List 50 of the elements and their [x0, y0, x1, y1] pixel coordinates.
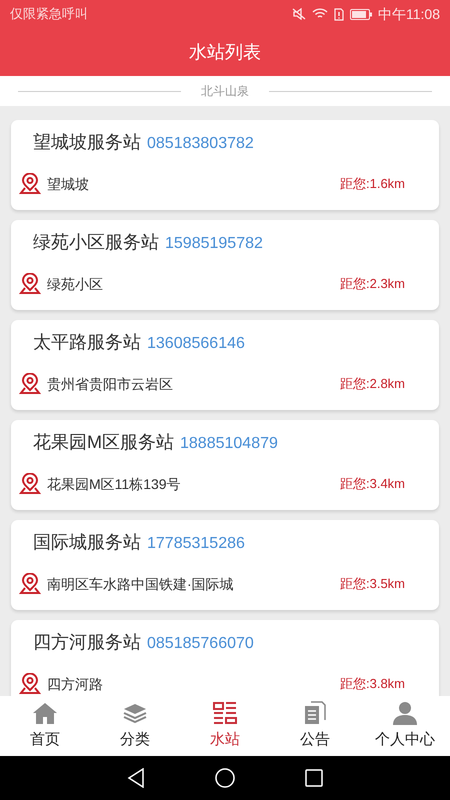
- distance-text: 距您:2.8km: [340, 375, 405, 394]
- location-pin-icon: [19, 473, 41, 495]
- documents-icon: [302, 700, 328, 725]
- station-name: 望城坡服务站: [33, 131, 141, 154]
- page-title: 水站列表: [189, 40, 261, 64]
- station-card[interactable]: 望城坡服务站 085183803782 望城坡 距您:1.6km: [11, 120, 439, 210]
- tab-bar-item[interactable]: 个人中心: [360, 696, 450, 756]
- station-address: 花果园M区11栋139号: [47, 474, 182, 494]
- location-pin-icon: [19, 373, 41, 395]
- station-name: 国际城服务站: [33, 531, 141, 554]
- station-name: 花果园M区服务站: [33, 431, 174, 454]
- station-address: 四方河路: [47, 674, 104, 694]
- recents-icon[interactable]: [305, 769, 323, 787]
- station-name: 四方河服务站: [33, 631, 141, 654]
- station-card[interactable]: 绿苑小区服务站 15985195782 绿苑小区 距您:2.3km: [11, 220, 439, 310]
- person-icon: [392, 700, 418, 725]
- station-address: 贵州省贵阳市云岩区: [47, 374, 174, 394]
- location-pin-icon: [19, 673, 41, 695]
- section-label: 北斗山泉: [201, 83, 249, 100]
- distance-text: 距您:3.5km: [340, 575, 405, 594]
- station-card[interactable]: 花果园M区服务站 18885104879 花果园M区11栋139号 距您:3.4km: [11, 420, 439, 510]
- home-button-icon[interactable]: [215, 768, 235, 788]
- home-icon: [32, 700, 58, 725]
- wifi-icon: [312, 8, 328, 20]
- location-pin-icon: [19, 173, 41, 195]
- tab-bar-item[interactable]: 首页: [0, 696, 90, 756]
- station-card[interactable]: 太平路服务站 13608566146 贵州省贵阳市云岩区 距您:2.8km: [11, 320, 439, 410]
- back-icon[interactable]: [127, 768, 145, 788]
- list-icon: [212, 700, 238, 725]
- carrier-text: 仅限紧急呼叫: [10, 5, 88, 24]
- station-address: 南明区车水路中国铁建·国际城: [47, 574, 235, 594]
- distance-text: 距您:2.3km: [340, 275, 405, 294]
- mute-icon: [292, 8, 306, 20]
- sim-icon: [334, 8, 344, 20]
- tab-bar-item[interactable]: 分类: [90, 696, 180, 756]
- station-name: 太平路服务站: [33, 331, 141, 354]
- battery-icon: [350, 8, 372, 20]
- location-pin-icon: [19, 273, 41, 295]
- distance-text: 距您:3.4km: [340, 475, 405, 494]
- distance-text: 距您:3.8km: [340, 675, 405, 694]
- tab-bar-item[interactable]: 水站: [180, 696, 270, 756]
- station-card[interactable]: 国际城服务站 17785315286 南明区车水路中国铁建·国际城 距您:3.5km: [11, 520, 439, 610]
- station-name: 绿苑小区服务站: [33, 231, 159, 254]
- station-address: 望城坡: [47, 174, 90, 194]
- tab-bar-item[interactable]: 公告: [270, 696, 360, 756]
- clock-text: 中午11:08: [378, 4, 440, 24]
- distance-text: 距您:1.6km: [340, 175, 405, 194]
- station-address: 绿苑小区: [47, 274, 104, 294]
- location-pin-icon: [19, 573, 41, 595]
- station-card[interactable]: 四方河服务站 085185766070 四方河路 距您:3.8km: [11, 620, 439, 696]
